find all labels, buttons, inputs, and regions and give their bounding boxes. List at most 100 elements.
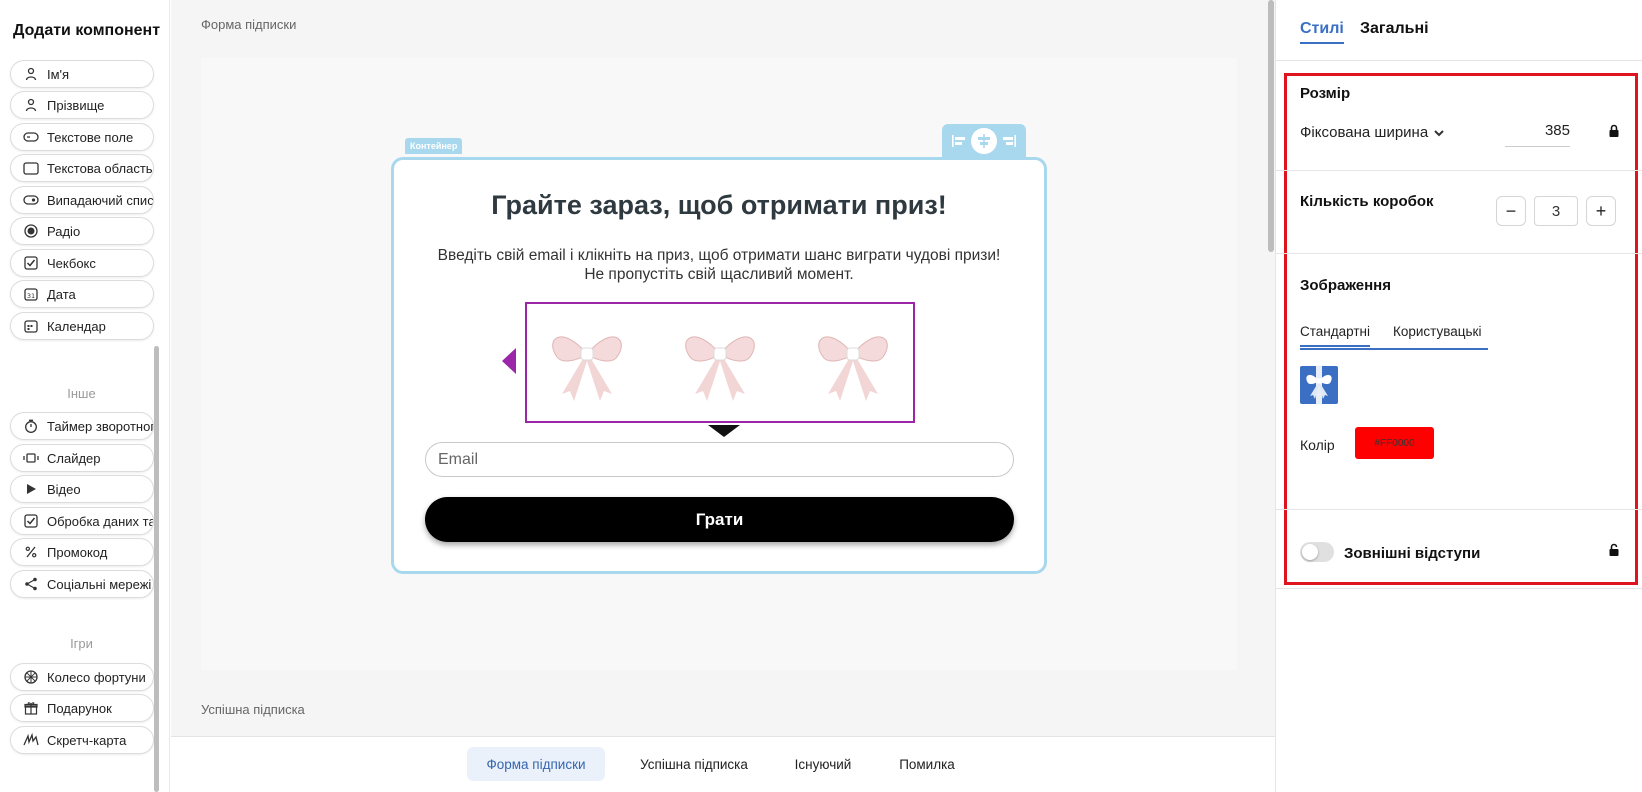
component-text-area-button[interactable]: Текстова область <box>10 154 154 182</box>
arrow-left-icon[interactable] <box>502 348 516 374</box>
gift-box-2[interactable] <box>665 309 775 419</box>
divider <box>1276 509 1642 510</box>
divider <box>1276 170 1642 171</box>
component-data-processing-button[interactable]: Обробка даних та <box>10 507 154 535</box>
component-scratch-button[interactable]: Скретч-карта <box>10 726 154 754</box>
section-label-other: Інше <box>67 386 96 401</box>
component-label: Календар <box>47 318 106 334</box>
component-label: Випадаючий список <box>47 192 154 208</box>
wheel-icon <box>23 669 39 685</box>
component-sidebar: Додати компонент Ім'я Прізвище Текстове … <box>0 0 170 792</box>
component-label: Прізвище <box>47 97 105 113</box>
component-label: Промокод <box>47 544 108 560</box>
email-input[interactable] <box>425 442 1014 477</box>
tab-existing[interactable]: Існуючий <box>783 747 863 781</box>
align-left-icon[interactable] <box>946 128 971 154</box>
tab-subscription-form[interactable]: Форма підписки <box>467 747 605 781</box>
tab-error[interactable]: Помилка <box>887 747 967 781</box>
margins-toggle[interactable] <box>1300 542 1334 562</box>
unlock-icon[interactable] <box>1608 543 1620 562</box>
alignment-toolbar <box>942 124 1026 158</box>
component-timer-button[interactable]: Таймер зворотного відліку <box>10 412 154 440</box>
component-dropdown-button[interactable]: Випадаючий список <box>10 186 154 214</box>
component-label: Соціальні мережі <box>47 576 152 592</box>
text-field-icon <box>23 129 39 145</box>
size-mode-select[interactable]: Фіксована ширина <box>1300 124 1444 141</box>
lock-icon[interactable] <box>1608 124 1620 143</box>
component-video-button[interactable]: Відео <box>10 475 154 503</box>
form-title[interactable]: Грайте зараз, щоб отримати приз! <box>394 190 1044 221</box>
toggle-knob <box>1302 544 1318 560</box>
tab-standard-images[interactable]: Стандартні <box>1300 324 1370 347</box>
share-icon <box>23 576 39 592</box>
align-center-icon[interactable] <box>971 128 997 154</box>
images-section-title: Зображення <box>1300 277 1391 294</box>
play-button[interactable]: Грати <box>425 497 1014 542</box>
color-label: Колір <box>1300 437 1335 453</box>
divider <box>1276 253 1642 254</box>
gift-image-thumbnail[interactable] <box>1300 366 1338 404</box>
component-label: Текстове поле <box>47 129 134 145</box>
component-label: Дата <box>47 286 76 302</box>
container-tag[interactable]: Контейнер <box>405 138 463 154</box>
app: Додати компонент Ім'я Прізвище Текстове … <box>0 0 1642 792</box>
divider <box>1276 588 1642 589</box>
component-label: Ім'я <box>47 66 70 82</box>
success-section-label: Успішна підписка <box>201 702 305 717</box>
margins-section-title: Зовнішні відступи <box>1344 545 1481 562</box>
component-surname-button[interactable]: Прізвище <box>10 91 154 119</box>
component-name-button[interactable]: Ім'я <box>10 60 154 88</box>
timer-icon <box>23 418 39 434</box>
component-label: Подарунок <box>47 700 112 716</box>
color-picker[interactable]: #FF0000 <box>1355 427 1434 459</box>
chevron-down-icon <box>1434 124 1444 141</box>
component-calendar-button[interactable]: Календар <box>10 312 154 340</box>
percent-icon <box>23 544 39 560</box>
gift-boxes[interactable] <box>525 302 915 423</box>
increment-button[interactable]: + <box>1586 196 1616 226</box>
canvas-scrollbar[interactable] <box>1268 0 1274 252</box>
align-right-icon[interactable] <box>997 128 1022 154</box>
boxes-count-input[interactable]: 3 <box>1534 196 1578 226</box>
form-container[interactable]: Грайте зараз, щоб отримати приз! Введіть… <box>391 157 1047 574</box>
checkbox-icon <box>23 255 39 271</box>
component-checkbox-button[interactable]: Чекбокс <box>10 249 154 277</box>
arrow-down-icon[interactable] <box>708 425 740 437</box>
checkbox-icon <box>23 513 39 529</box>
component-date-button[interactable]: 31 Дата <box>10 280 154 308</box>
tab-custom-images[interactable]: Користувацькі <box>1393 324 1481 345</box>
size-section-title: Розмір <box>1300 85 1351 102</box>
gift-box-3[interactable] <box>798 309 908 419</box>
component-text-field-button[interactable]: Текстове поле <box>10 123 154 151</box>
decrement-button[interactable]: − <box>1496 196 1526 226</box>
component-slider-button[interactable]: Слайдер <box>10 444 154 472</box>
svg-text:31: 31 <box>27 292 35 300</box>
tab-general[interactable]: Загальні <box>1360 20 1429 38</box>
component-label: Слайдер <box>47 450 101 466</box>
component-label: Колесо фортуни <box>47 669 146 685</box>
component-radio-button[interactable]: Радіо <box>10 217 154 245</box>
date-icon: 31 <box>23 286 39 302</box>
component-label: Чекбокс <box>47 255 96 271</box>
component-social-button[interactable]: Соціальні мережі <box>10 570 154 598</box>
component-gift-button[interactable]: Подарунок <box>10 694 154 722</box>
component-label: Обробка даних та <box>47 513 154 529</box>
divider <box>1276 60 1642 61</box>
width-input[interactable]: 385 <box>1505 122 1570 147</box>
dropdown-icon <box>23 192 39 208</box>
screen-tabs: Форма підписки Успішна підписка Існуючий… <box>171 736 1275 792</box>
tab-styles[interactable]: Стилі <box>1300 20 1344 44</box>
sidebar-scrollbar[interactable] <box>154 346 159 792</box>
component-label: Таймер зворотного відліку <box>47 418 153 434</box>
component-wheel-button[interactable]: Колесо фортуни <box>10 663 154 691</box>
tab-success[interactable]: Успішна підписка <box>625 747 763 781</box>
component-promocode-button[interactable]: Промокод <box>10 538 154 566</box>
person-icon <box>23 97 39 113</box>
image-tabs-underline <box>1300 348 1488 350</box>
form-description[interactable]: Введіть свій email і клікніть на приз, щ… <box>434 246 1004 284</box>
person-icon <box>23 66 39 82</box>
gift-box-1[interactable] <box>532 309 642 419</box>
properties-panel: Стилі Загальні Розмір Фіксована ширина 3… <box>1275 0 1642 792</box>
boxes-section-title: Кількість коробок <box>1300 193 1434 210</box>
play-icon <box>23 481 39 497</box>
